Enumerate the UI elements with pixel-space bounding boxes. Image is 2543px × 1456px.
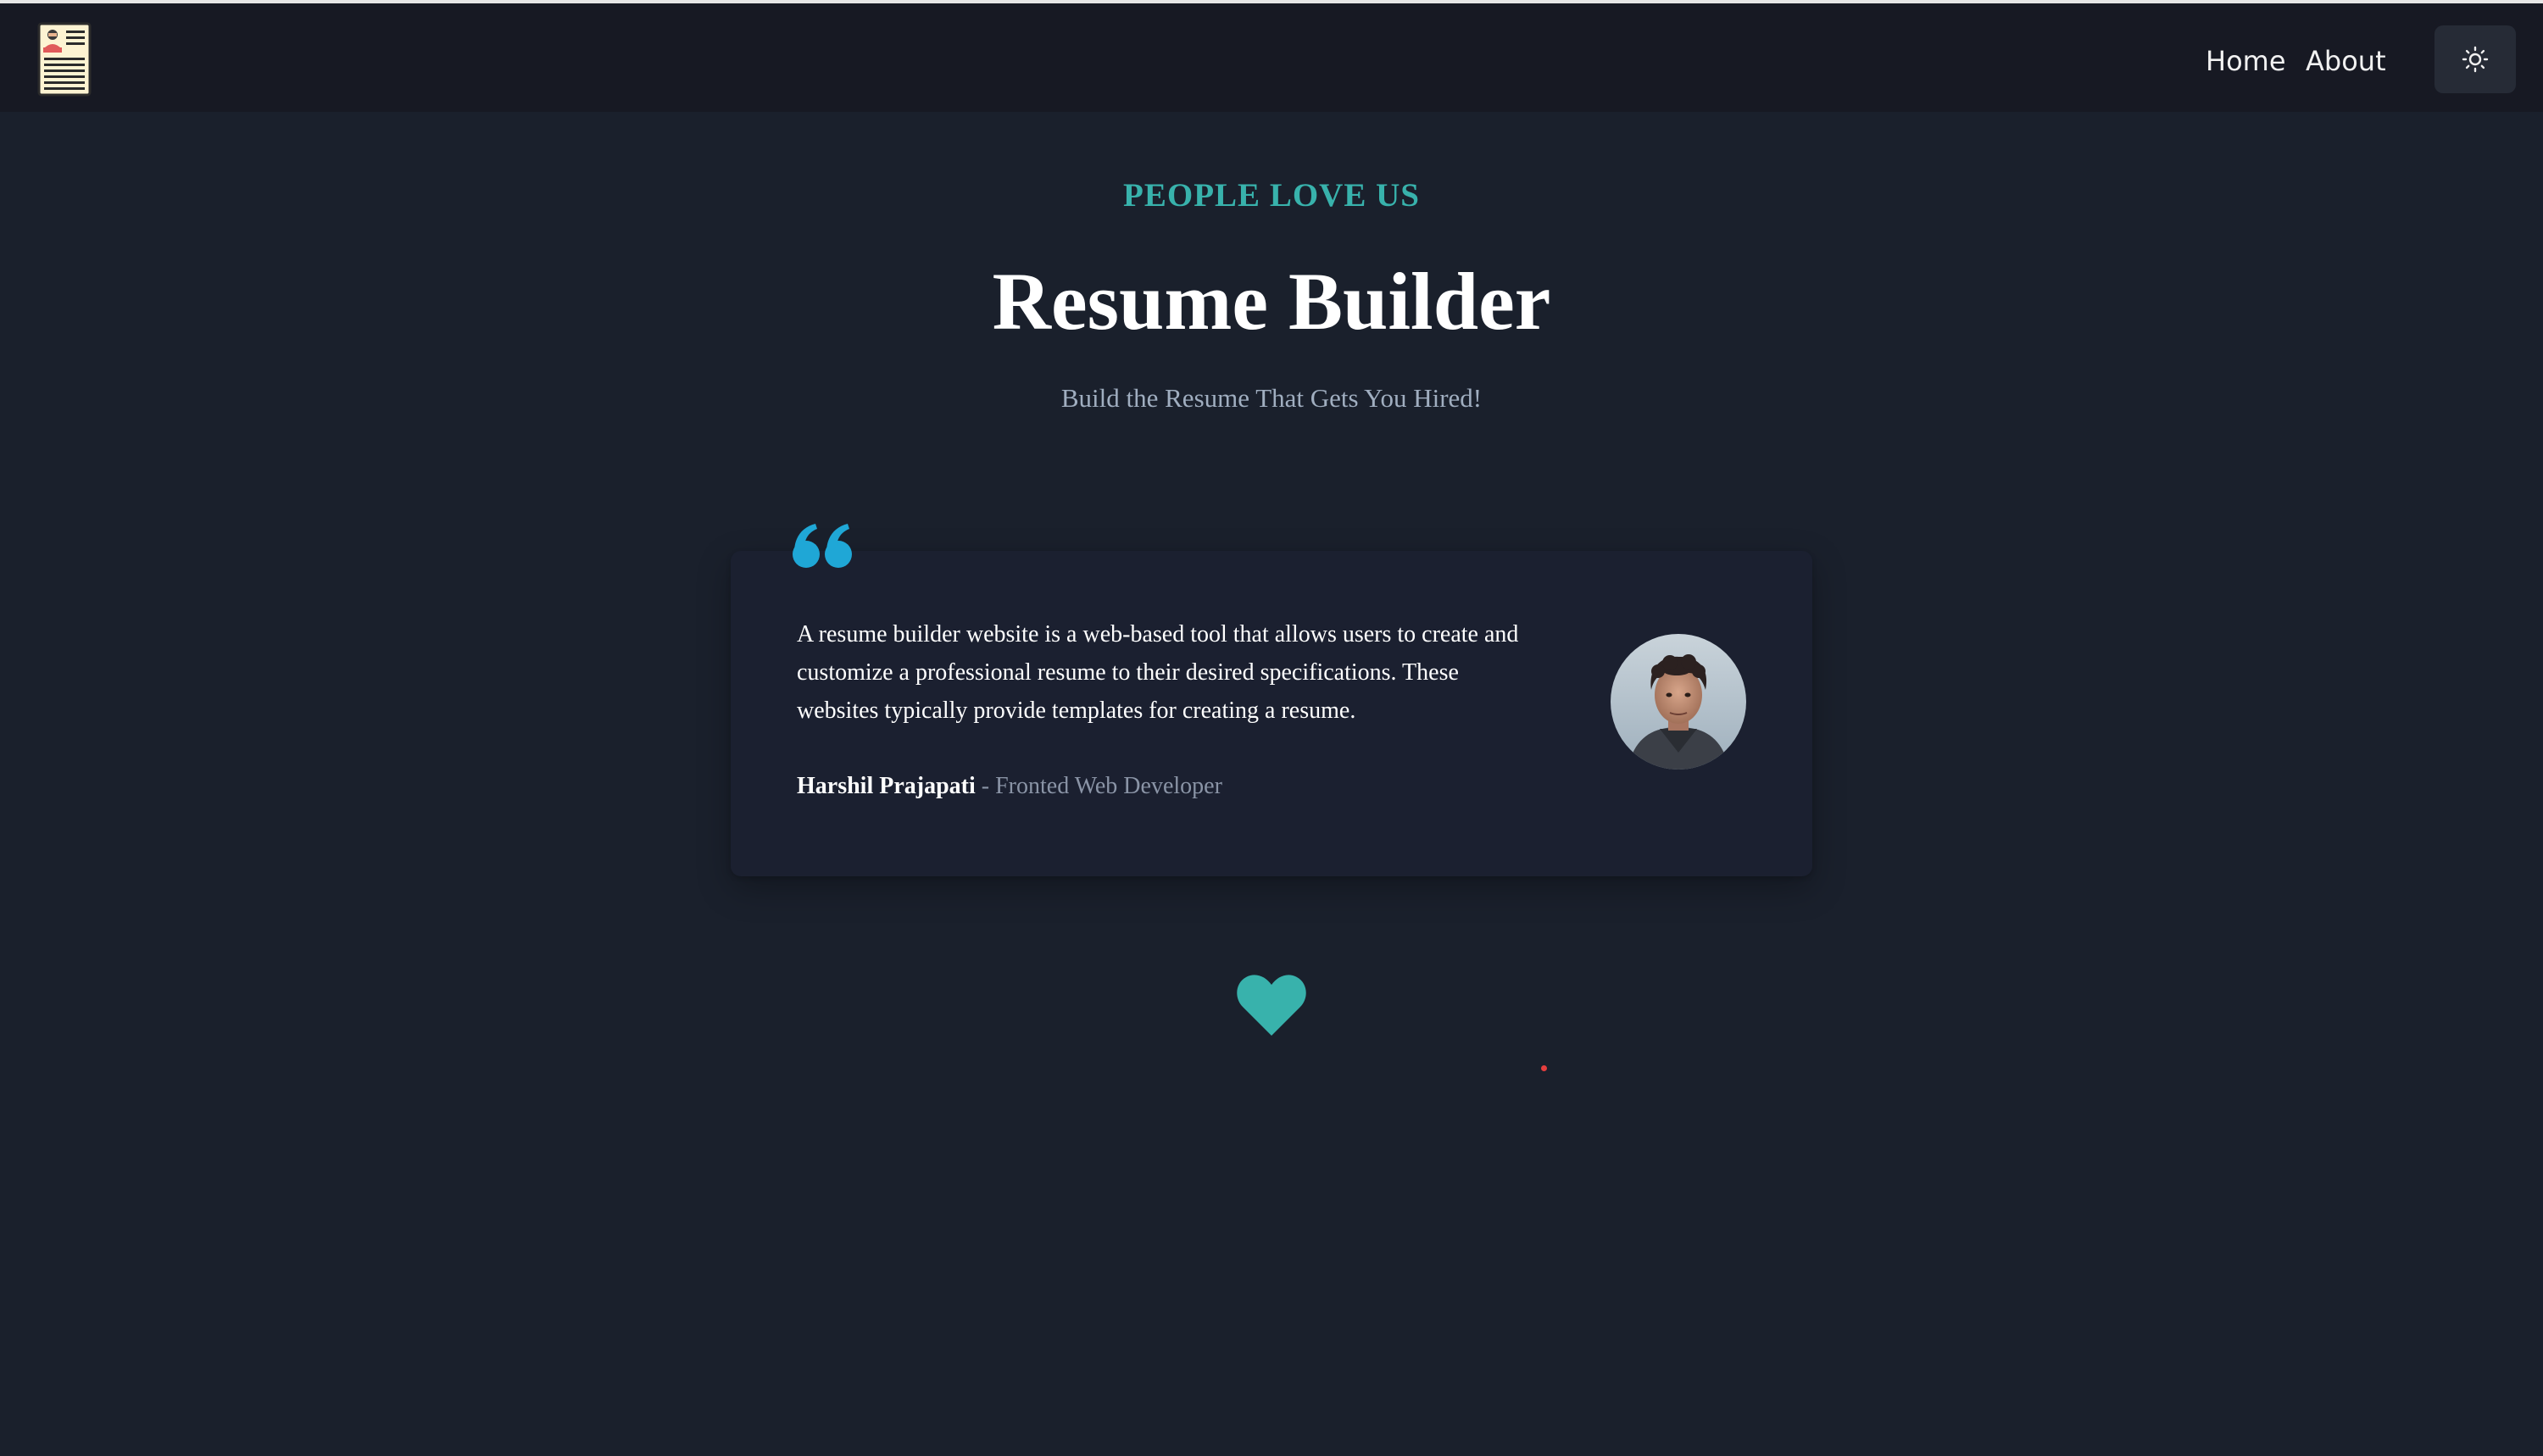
author-separator: - xyxy=(975,773,996,799)
nav-about-link[interactable]: About xyxy=(2306,39,2386,83)
heart-icon xyxy=(1236,973,1307,1037)
testimonial-author: Harshil Prajapati - Fronted Web Develope… xyxy=(797,773,1222,800)
sun-icon xyxy=(2462,46,2489,73)
top-navbar: Home About xyxy=(0,0,2543,112)
author-name: Harshil Prajapati xyxy=(797,773,976,799)
nav-home-link[interactable]: Home xyxy=(2206,39,2286,83)
avatar xyxy=(1611,634,1746,770)
decorative-dot xyxy=(1541,1065,1547,1071)
author-role: Fronted Web Developer xyxy=(995,773,1222,799)
quote-open-icon xyxy=(792,522,854,570)
theme-toggle-button[interactable] xyxy=(2434,25,2516,93)
testimonial-quote: A resume builder website is a web-based … xyxy=(797,621,1519,724)
resume-logo-icon[interactable] xyxy=(37,22,92,97)
page-subtitle: Build the Resume That Gets You Hired! xyxy=(1060,383,1483,413)
page-title: Resume Builder xyxy=(992,256,1551,347)
section-eyebrow: PEOPLE LOVE US xyxy=(1123,177,1420,214)
